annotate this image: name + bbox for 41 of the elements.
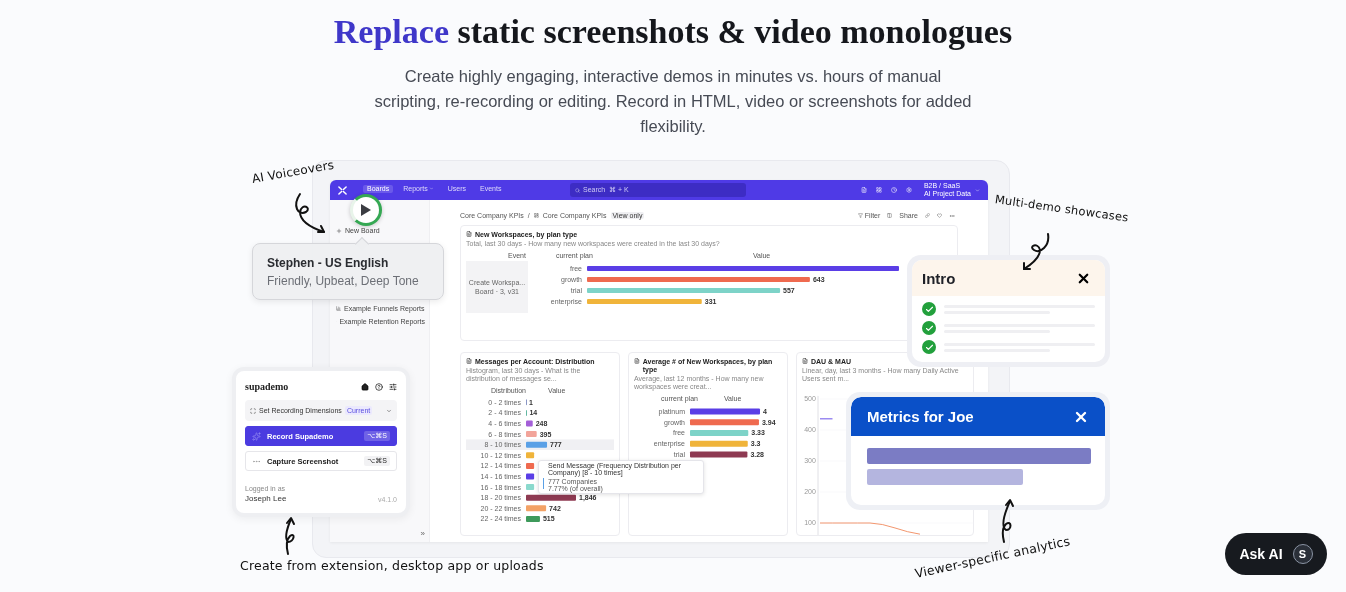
ask-ai-button[interactable]: Ask AI S: [1225, 533, 1327, 575]
link-icon[interactable]: [925, 213, 930, 218]
filter-icon: [857, 213, 863, 218]
chevron-icon: [386, 407, 392, 414]
grid-icon[interactable]: [875, 187, 882, 193]
logo-icon: [338, 185, 347, 195]
report-icon: [802, 358, 808, 364]
sparkle-icon: [252, 431, 261, 441]
user-name: Joseph Lee: [245, 494, 287, 503]
logo: supademo: [245, 381, 289, 392]
help-icon[interactable]: [375, 382, 383, 391]
clock-icon[interactable]: [890, 187, 897, 193]
metrics-title: Metrics for Joe: [867, 408, 974, 425]
chart-icon: [336, 306, 341, 311]
page-title: Replace static screenshots & video monologues: [333, 12, 1013, 52]
search-icon: [575, 187, 580, 193]
voice-traits: Friendly, Upbeat, Deep Tone: [267, 274, 420, 288]
board-icon: [533, 213, 539, 218]
document-icon[interactable]: [860, 187, 867, 193]
voice-name: Stephen - US English: [267, 256, 390, 270]
heart-icon[interactable]: [937, 213, 942, 218]
avatar: S: [1292, 544, 1313, 564]
more-icon[interactable]: [949, 212, 955, 219]
handwritten-note: Multi-demo showcases: [994, 192, 1130, 225]
report-icon: [466, 358, 472, 364]
report-icon: [634, 358, 640, 364]
home-icon[interactable]: [361, 382, 369, 391]
chevron-icon[interactable]: [975, 187, 980, 193]
plus-icon: [336, 227, 342, 234]
report-icon: [466, 231, 472, 237]
settings-icon[interactable]: [905, 187, 912, 193]
page-subtitle: Create highly engaging, interactive demos in minutes vs. hours of manual scripting, re-recording or editing. Record in HTML, video or screenshots for added flexibility.: [373, 66, 973, 137]
collapse-button[interactable]: »: [420, 529, 425, 538]
scan-icon: [250, 407, 256, 414]
handwritten-note: Create from extension, desktop app or uploads: [240, 558, 544, 573]
play-icon: [360, 203, 372, 217]
handwritten-note: AI Voiceovers: [250, 157, 336, 186]
chevron-icon: [428, 186, 434, 191]
columns-icon[interactable]: [887, 213, 893, 218]
sliders-icon[interactable]: [389, 382, 397, 391]
intro-title: Intro: [922, 269, 956, 287]
